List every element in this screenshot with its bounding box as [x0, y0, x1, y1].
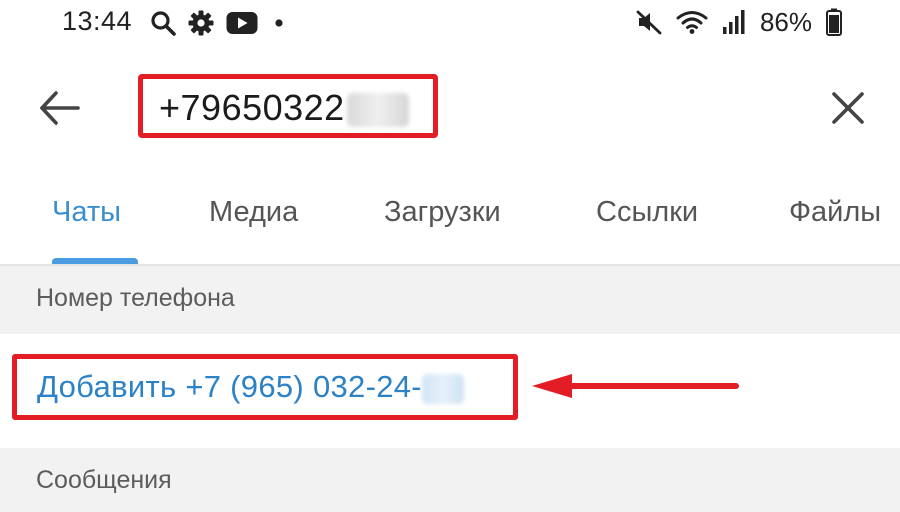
mute-icon: [636, 9, 662, 35]
search-tabs: Чаты Медиа Загрузки Ссылки Файлы: [0, 188, 900, 264]
wifi-icon: [676, 9, 708, 35]
arrow-left-icon: [40, 91, 80, 125]
section-title-messages: Сообщения: [36, 466, 172, 494]
tab-chats[interactable]: Чаты: [52, 196, 121, 229]
youtube-icon: [226, 11, 258, 35]
redacted-digits: [346, 93, 409, 128]
redacted-digits: [421, 373, 464, 404]
add-contact-text: Добавить +7 (965) 032-24-: [37, 369, 422, 404]
search-query: +79650322: [159, 87, 409, 129]
add-contact-button[interactable]: Добавить +7 (965) 032-24-: [12, 354, 518, 420]
clear-search-button[interactable]: [826, 86, 870, 130]
status-icons-left: [150, 8, 288, 38]
status-bar: 13:44 86%: [0, 0, 900, 48]
status-icons-right: 86%: [636, 6, 842, 38]
close-icon: [832, 92, 864, 124]
signal-icon: [722, 9, 746, 35]
section-title-phone: Номер телефона: [36, 284, 235, 312]
arrow-pointer-icon: [532, 374, 739, 398]
search-input[interactable]: +79650322: [138, 74, 438, 138]
search-icon: [150, 10, 176, 36]
search-header: +79650322: [0, 56, 900, 166]
tab-downloads[interactable]: Загрузки: [384, 196, 501, 229]
status-time: 13:44: [62, 6, 133, 36]
dot-icon: [270, 18, 288, 28]
tab-links[interactable]: Ссылки: [596, 196, 698, 229]
gear-icon: [188, 10, 214, 36]
section-header-phone: Номер телефона: [0, 266, 900, 334]
add-contact-label: Добавить +7 (965) 032-24-: [37, 369, 464, 405]
add-contact-row: Добавить +7 (965) 032-24-: [0, 334, 900, 448]
section-header-messages: Сообщения: [0, 448, 900, 512]
tab-media[interactable]: Медиа: [209, 196, 298, 229]
battery-icon: [826, 8, 842, 36]
battery-percent: 86%: [759, 6, 812, 37]
tab-files[interactable]: Файлы: [789, 196, 881, 229]
back-button[interactable]: [36, 84, 84, 132]
search-query-text: +79650322: [159, 87, 345, 128]
